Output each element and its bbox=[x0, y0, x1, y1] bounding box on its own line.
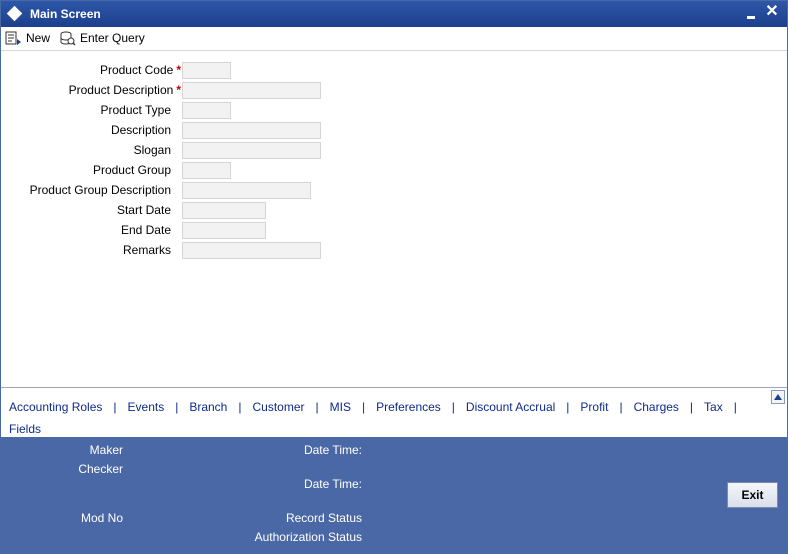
record-status-label: Record Status bbox=[285, 511, 362, 525]
remarks-label: Remarks bbox=[122, 243, 171, 257]
remarks-input[interactable] bbox=[182, 242, 321, 259]
checker-label: Checker bbox=[78, 462, 123, 476]
description-row: Description bbox=[1, 122, 171, 139]
scroll-up-arrow-icon[interactable] bbox=[771, 390, 785, 404]
tab-separator: | bbox=[733, 400, 737, 414]
tab-fields[interactable]: Fields bbox=[9, 422, 41, 436]
product-code-row: Product Code * bbox=[1, 62, 181, 79]
authorization-status-label: Authorization Status bbox=[254, 530, 362, 544]
close-icon[interactable]: ✕ bbox=[764, 3, 780, 21]
remarks-row: Remarks bbox=[1, 242, 171, 259]
mod-no-label: Mod No bbox=[80, 511, 123, 525]
slogan-label: Slogan bbox=[133, 143, 171, 157]
slogan-input[interactable] bbox=[182, 142, 321, 159]
query-icon bbox=[60, 31, 76, 46]
app-diamond-icon bbox=[6, 5, 23, 22]
tab-tax[interactable]: Tax bbox=[704, 400, 723, 414]
tab-charges[interactable]: Charges bbox=[634, 400, 679, 414]
tab-separator: | bbox=[113, 400, 117, 414]
required-marker: * bbox=[176, 63, 181, 77]
tab-separator: | bbox=[175, 400, 179, 414]
tab-separator: | bbox=[689, 400, 694, 414]
product-code-input[interactable] bbox=[182, 62, 231, 79]
subsystem-tab-strip: Accounting Roles | Events | Branch | Customer |… bbox=[1, 387, 787, 436]
new-label: New bbox=[26, 31, 51, 45]
tab-preferences[interactable]: Preferences bbox=[376, 400, 441, 414]
exit-button[interactable]: Exit bbox=[727, 482, 778, 508]
tab-separator: | bbox=[619, 400, 623, 414]
minimize-icon[interactable] bbox=[745, 7, 757, 21]
product-group-description-label: Product Group Description bbox=[29, 183, 171, 197]
product-type-row: Product Type bbox=[1, 102, 172, 119]
product-description-input[interactable] bbox=[182, 82, 321, 99]
description-input[interactable] bbox=[182, 122, 321, 139]
tab-events[interactable]: Events bbox=[128, 400, 165, 414]
product-code-label: Product Code bbox=[99, 63, 174, 77]
tab-separator: | bbox=[566, 400, 570, 414]
maker-date-time-label: Date Time: bbox=[303, 443, 362, 457]
product-description-label: Product Description bbox=[68, 83, 174, 97]
slogan-row: Slogan bbox=[1, 142, 171, 159]
main-form: Product Code * Product Description * Produ… bbox=[1, 52, 787, 387]
new-record-icon bbox=[5, 31, 21, 45]
main-screen-window: Main Screen ✕ New Enter Query Product Co… bbox=[0, 0, 788, 554]
end-date-label: End Date bbox=[120, 223, 171, 237]
tab-separator: | bbox=[451, 400, 455, 414]
enter-query-button[interactable]: Enter Query bbox=[59, 29, 145, 47]
description-label: Description bbox=[110, 123, 171, 137]
window-title: Main Screen bbox=[30, 7, 101, 21]
enter-query-label: Enter Query bbox=[80, 31, 145, 45]
checker-date-time-label: Date Time: bbox=[303, 477, 362, 491]
product-type-label: Product Type bbox=[100, 103, 172, 117]
end-date-input[interactable] bbox=[182, 222, 266, 239]
start-date-input[interactable] bbox=[182, 202, 266, 219]
audit-footer: Maker Checker Mod No Date Time: Date Tim… bbox=[1, 437, 787, 553]
toolbar: New Enter Query bbox=[1, 27, 787, 51]
tab-mis[interactable]: MIS bbox=[330, 400, 351, 414]
tab-separator: | bbox=[361, 400, 366, 414]
tab-branch[interactable]: Branch bbox=[189, 400, 227, 414]
required-marker: * bbox=[176, 83, 181, 97]
tab-profit[interactable]: Profit bbox=[580, 400, 608, 414]
start-date-label: Start Date bbox=[116, 203, 171, 217]
product-type-input[interactable] bbox=[182, 102, 231, 119]
product-group-label: Product Group bbox=[92, 163, 171, 177]
start-date-row: Start Date bbox=[1, 202, 171, 219]
product-group-row: Product Group bbox=[1, 162, 171, 179]
product-group-input[interactable] bbox=[182, 162, 231, 179]
new-button[interactable]: New bbox=[5, 29, 50, 47]
tab-discount-accrual[interactable]: Discount Accrual bbox=[466, 400, 555, 414]
maker-label: Maker bbox=[89, 443, 123, 457]
product-group-description-row: Product Group Description bbox=[1, 182, 171, 199]
tab-separator: | bbox=[238, 400, 242, 414]
product-group-description-input[interactable] bbox=[182, 182, 311, 199]
tab-separator: | bbox=[315, 400, 319, 414]
title-bar: Main Screen ✕ bbox=[1, 1, 787, 27]
tab-customer[interactable]: Customer bbox=[252, 400, 304, 414]
tab-accounting-roles[interactable]: Accounting Roles bbox=[9, 400, 102, 414]
end-date-row: End Date bbox=[1, 222, 171, 239]
subsystem-tabs: Accounting Roles | Events | Branch | Customer |… bbox=[9, 396, 769, 440]
product-description-row: Product Description * bbox=[1, 82, 181, 99]
